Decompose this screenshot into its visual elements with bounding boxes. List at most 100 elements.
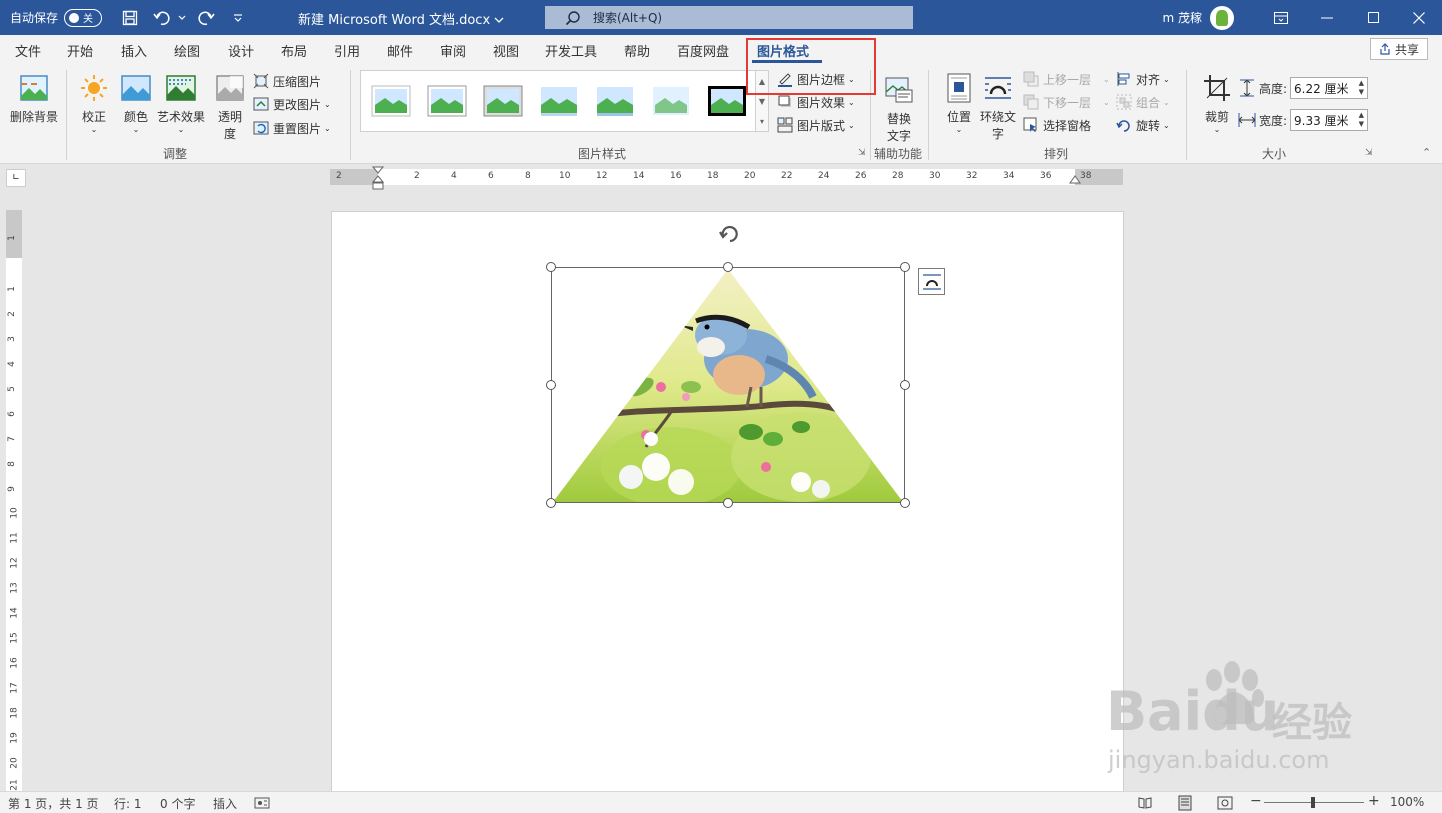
tab-developer[interactable]: 开发工具	[545, 41, 597, 60]
share-button[interactable]: 共享	[1370, 38, 1428, 60]
group-button[interactable]: 组合 ⌄	[1115, 92, 1170, 112]
color-label: 颜色	[123, 110, 148, 124]
layout-options-button[interactable]	[918, 268, 945, 295]
reset-picture-button[interactable]: 重置图片 ⌄	[252, 118, 331, 138]
style-thumb-1[interactable]	[371, 85, 411, 117]
tab-view[interactable]: 视图	[493, 41, 519, 60]
user-name[interactable]: m 茂稼	[1162, 9, 1202, 26]
tab-help[interactable]: 帮助	[624, 41, 650, 60]
size-dialog-launcher-icon[interactable]: ⇲	[1365, 148, 1373, 158]
collapse-ribbon-icon[interactable]: ⌃	[1422, 146, 1431, 159]
wrap-text-button[interactable]: 环绕文 字	[980, 72, 1016, 142]
web-layout-icon[interactable]	[1217, 796, 1233, 810]
right-indent-marker-icon[interactable]	[1069, 175, 1081, 185]
crop-button[interactable]: 裁剪 ⌄	[1201, 72, 1233, 134]
save-icon[interactable]	[116, 4, 144, 32]
tab-draw[interactable]: 绘图	[174, 41, 200, 60]
ruler-number: 11	[9, 532, 20, 544]
rotate-button[interactable]: 旋转 ⌄	[1115, 115, 1170, 135]
customize-toolbar-icon[interactable]	[224, 4, 252, 32]
resize-handle-left[interactable]	[546, 380, 556, 390]
alt-text-label-2: 文字	[886, 129, 911, 143]
send-backward-button[interactable]: 下移一层 ⌄	[1022, 92, 1110, 112]
zoom-slider-thumb[interactable]	[1311, 797, 1315, 808]
corrections-label: 校正	[81, 110, 106, 124]
undo-dropdown-icon[interactable]	[176, 4, 188, 32]
bring-forward-button[interactable]: 上移一层 ⌄	[1022, 69, 1110, 89]
macro-record-icon[interactable]	[254, 796, 270, 810]
vertical-ruler[interactable]: 1 1 2 3 4 5 6 7 8 9 10 11 12 13 14 15 16…	[6, 210, 22, 792]
style-thumb-3[interactable]	[483, 85, 523, 117]
search-box[interactable]: 搜索(Alt+Q)	[545, 6, 913, 29]
width-input[interactable]: 9.33 厘米 ▲ ▼	[1290, 109, 1368, 131]
insert-mode[interactable]: 插入	[213, 795, 237, 812]
ruler-number: 9	[6, 486, 17, 492]
resize-handle-top[interactable]	[723, 262, 733, 272]
tab-layout[interactable]: 布局	[281, 41, 307, 60]
maximize-icon[interactable]	[1350, 0, 1396, 35]
position-button[interactable]: 位置 ⌄	[943, 72, 975, 134]
color-button[interactable]: 颜色 ⌄	[120, 72, 152, 134]
zoom-out-icon[interactable]: −	[1250, 793, 1262, 809]
picture-layout-button[interactable]: 图片版式 ⌄	[776, 115, 855, 135]
resize-handle-top-right[interactable]	[900, 262, 910, 272]
tab-home[interactable]: 开始	[67, 41, 93, 60]
reset-picture-label: 重置图片	[273, 121, 322, 136]
indent-marker-icon[interactable]	[372, 166, 384, 192]
line-number[interactable]: 行: 1	[114, 795, 142, 812]
compress-pictures-button[interactable]: 压缩图片	[252, 71, 321, 91]
undo-icon[interactable]	[148, 4, 176, 32]
style-thumb-7[interactable]	[707, 85, 747, 117]
page-count[interactable]: 第 1 页，共 1 页	[8, 795, 99, 812]
picture-effects-button[interactable]: 图片效果 ⌄	[776, 92, 855, 112]
tab-insert[interactable]: 插入	[121, 41, 147, 60]
style-thumb-2[interactable]	[427, 85, 467, 117]
autosave-toggle[interactable]: 关	[64, 8, 103, 27]
change-picture-button[interactable]: 更改图片 ⌄	[252, 94, 331, 114]
width-icon	[1238, 111, 1256, 129]
group-icon	[1115, 93, 1133, 111]
gallery-more-icon[interactable]: ▾	[760, 117, 764, 126]
minimize-icon[interactable]	[1304, 0, 1350, 35]
resize-handle-bottom[interactable]	[723, 498, 733, 508]
rotate-handle-icon[interactable]	[717, 222, 741, 246]
print-layout-icon[interactable]	[1178, 795, 1192, 811]
corrections-button[interactable]: 校正 ⌄	[78, 72, 110, 134]
gallery-down-icon[interactable]: ▼	[759, 97, 765, 106]
height-input[interactable]: 6.22 厘米 ▲ ▼	[1290, 77, 1368, 99]
tab-mailings[interactable]: 邮件	[387, 41, 413, 60]
remove-background-button[interactable]: 删除背景	[10, 72, 58, 125]
resize-handle-right[interactable]	[900, 380, 910, 390]
horizontal-ruler[interactable]: 2 2 4 6 8 10 12 14 16 18 20 22 24 26 28 …	[330, 166, 1123, 190]
styles-dialog-launcher-icon[interactable]: ⇲	[858, 148, 866, 158]
resize-handle-top-left[interactable]	[546, 262, 556, 272]
zoom-level[interactable]: 100%	[1390, 795, 1424, 809]
tab-design[interactable]: 设计	[228, 41, 254, 60]
style-thumb-5[interactable]	[595, 85, 635, 117]
tab-baidu-netdisk[interactable]: 百度网盘	[677, 41, 729, 60]
artistic-effects-button[interactable]: 艺术效果 ⌄	[157, 72, 205, 134]
tab-file[interactable]: 文件	[15, 41, 41, 60]
avatar[interactable]	[1210, 5, 1234, 30]
document-title[interactable]: 新建 Microsoft Word 文档.docx	[298, 9, 504, 28]
width-spinner-icon[interactable]: ▲ ▼	[1359, 111, 1364, 129]
tab-selector-button[interactable]: ∟	[6, 169, 26, 187]
redo-icon[interactable]	[192, 4, 220, 32]
read-mode-icon[interactable]	[1138, 796, 1152, 810]
height-spinner-icon[interactable]: ▲ ▼	[1359, 79, 1364, 97]
style-thumb-6[interactable]	[651, 85, 691, 117]
resize-handle-bottom-right[interactable]	[900, 498, 910, 508]
transparency-button[interactable]: 透明 度	[214, 72, 246, 142]
change-picture-icon	[252, 95, 270, 113]
resize-handle-bottom-left[interactable]	[546, 498, 556, 508]
tab-references[interactable]: 引用	[334, 41, 360, 60]
align-button[interactable]: 对齐 ⌄	[1115, 69, 1170, 89]
tab-review[interactable]: 审阅	[440, 41, 466, 60]
word-count[interactable]: 0 个字	[160, 795, 195, 812]
style-thumb-4[interactable]	[539, 85, 579, 117]
ribbon-display-icon[interactable]	[1258, 0, 1304, 35]
zoom-in-icon[interactable]: +	[1368, 793, 1380, 809]
alt-text-button[interactable]: 替换 文字	[883, 74, 915, 144]
close-icon[interactable]	[1396, 0, 1442, 35]
selection-pane-button[interactable]: 选择窗格	[1022, 115, 1091, 135]
